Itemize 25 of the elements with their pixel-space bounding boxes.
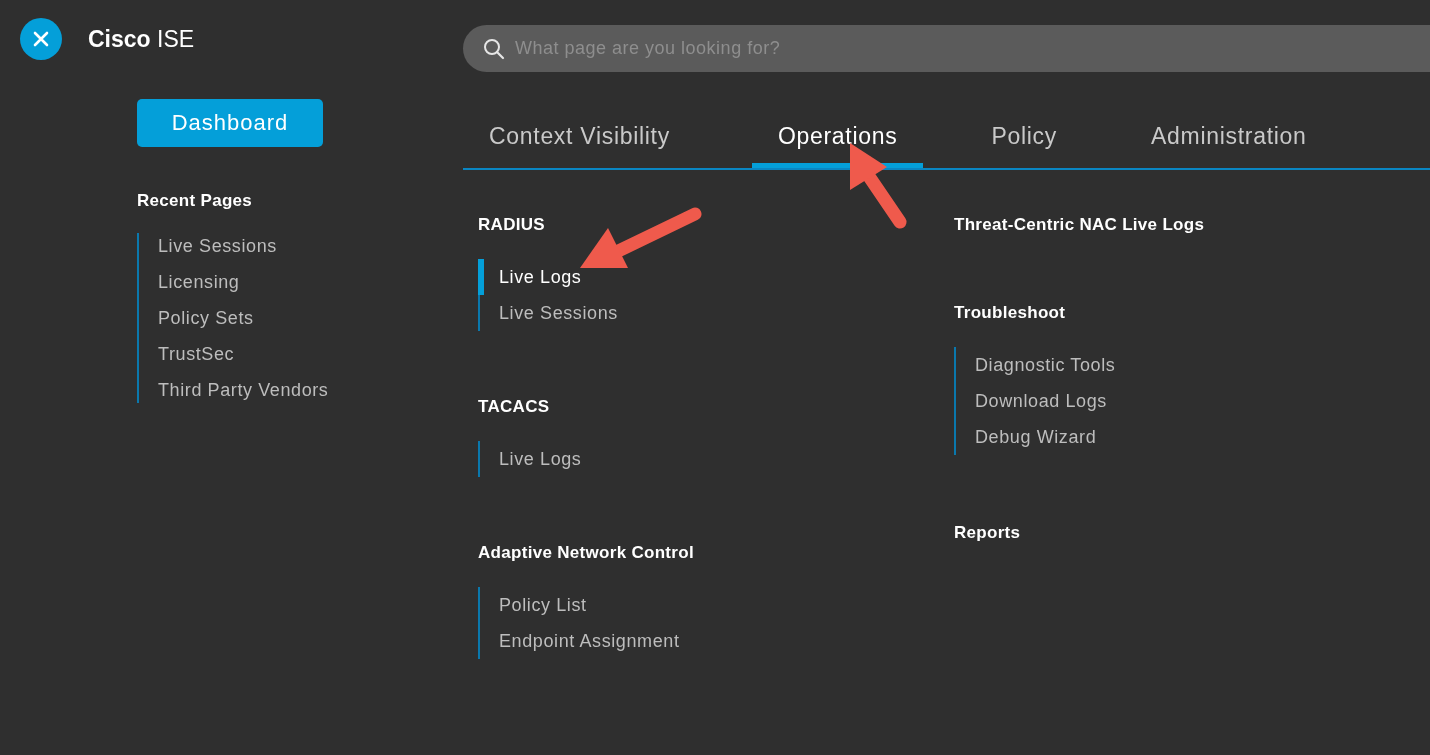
recent-page-link[interactable]: TrustSec	[158, 343, 463, 365]
section-heading: RADIUS	[478, 215, 546, 235]
close-button[interactable]	[20, 18, 62, 60]
section-heading: Reports	[954, 523, 1022, 543]
section-heading: Troubleshoot	[954, 303, 1067, 323]
app-title: Cisco ISE	[88, 25, 195, 53]
section-heading: Recent Pages	[137, 191, 254, 211]
recent-page-link[interactable]: Policy Sets	[158, 307, 463, 329]
section-heading: Threat-Centric NAC Live Logs	[954, 215, 1206, 235]
nav-tab[interactable]: Context Visibility	[463, 110, 696, 168]
nav-tab[interactable]: Policy	[965, 110, 1083, 168]
menu-link[interactable]: Endpoint Assignment	[478, 623, 954, 659]
recent-page-link[interactable]: Live Sessions	[158, 235, 463, 257]
section-heading: Adaptive Network Control	[478, 543, 695, 563]
section-heading: TACACS	[478, 397, 551, 417]
menu-link[interactable]: Diagnostic Tools	[954, 347, 1430, 383]
nav-tab[interactable]: Administration	[1125, 110, 1333, 168]
menu-link[interactable]: Policy List	[478, 587, 954, 623]
menu-link[interactable]: Live Sessions	[478, 295, 954, 331]
recent-page-link[interactable]: Third Party Vendors	[158, 379, 463, 401]
menu-link[interactable]: Debug Wizard	[954, 419, 1430, 455]
menu-link[interactable]: Live Logs	[478, 441, 954, 477]
close-icon	[33, 31, 49, 47]
menu-link[interactable]: Download Logs	[954, 383, 1430, 419]
recent-page-link[interactable]: Licensing	[158, 271, 463, 293]
